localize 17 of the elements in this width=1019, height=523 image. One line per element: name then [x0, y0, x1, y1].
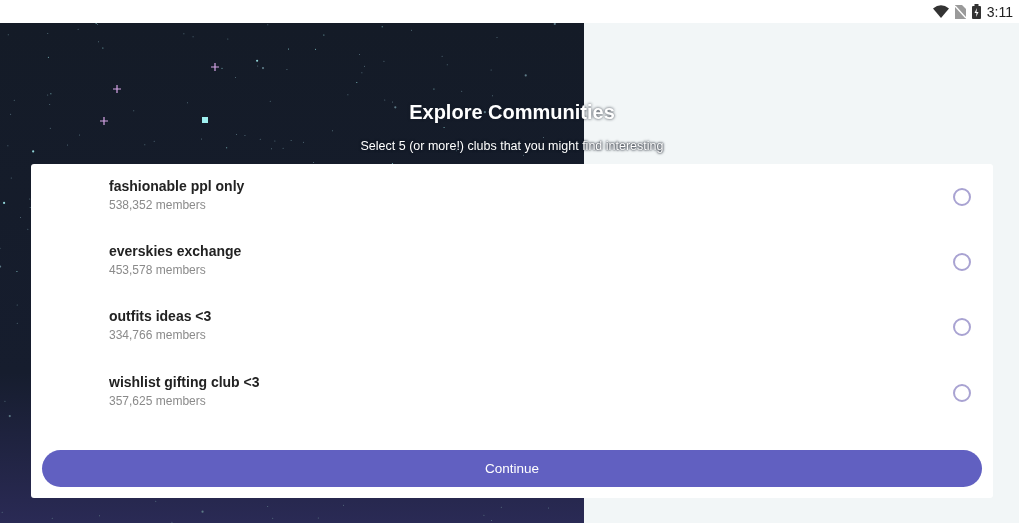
- club-name: outfits ideas <3: [109, 308, 213, 325]
- battery-charging-icon: [971, 4, 981, 19]
- radio-button[interactable]: [953, 187, 971, 206]
- no-sim-icon: [954, 4, 966, 19]
- club-name: fashionable ppl only: [109, 177, 246, 194]
- member-count: 357,625 members: [109, 393, 207, 408]
- club-name: wishlist gifting club <3: [109, 373, 261, 390]
- member-count: 538,352 members: [109, 197, 207, 212]
- status-time: 3:11: [986, 3, 1013, 20]
- radio-button[interactable]: [953, 252, 971, 271]
- member-count: 453,578 members: [109, 262, 207, 277]
- radio-button[interactable]: [953, 383, 971, 402]
- radio-button[interactable]: [953, 318, 971, 337]
- member-count: 334,766 members: [109, 328, 207, 343]
- club-name: everskies exchange: [109, 242, 243, 259]
- continue-button[interactable]: Continue: [42, 450, 982, 487]
- wifi-icon: [932, 5, 949, 18]
